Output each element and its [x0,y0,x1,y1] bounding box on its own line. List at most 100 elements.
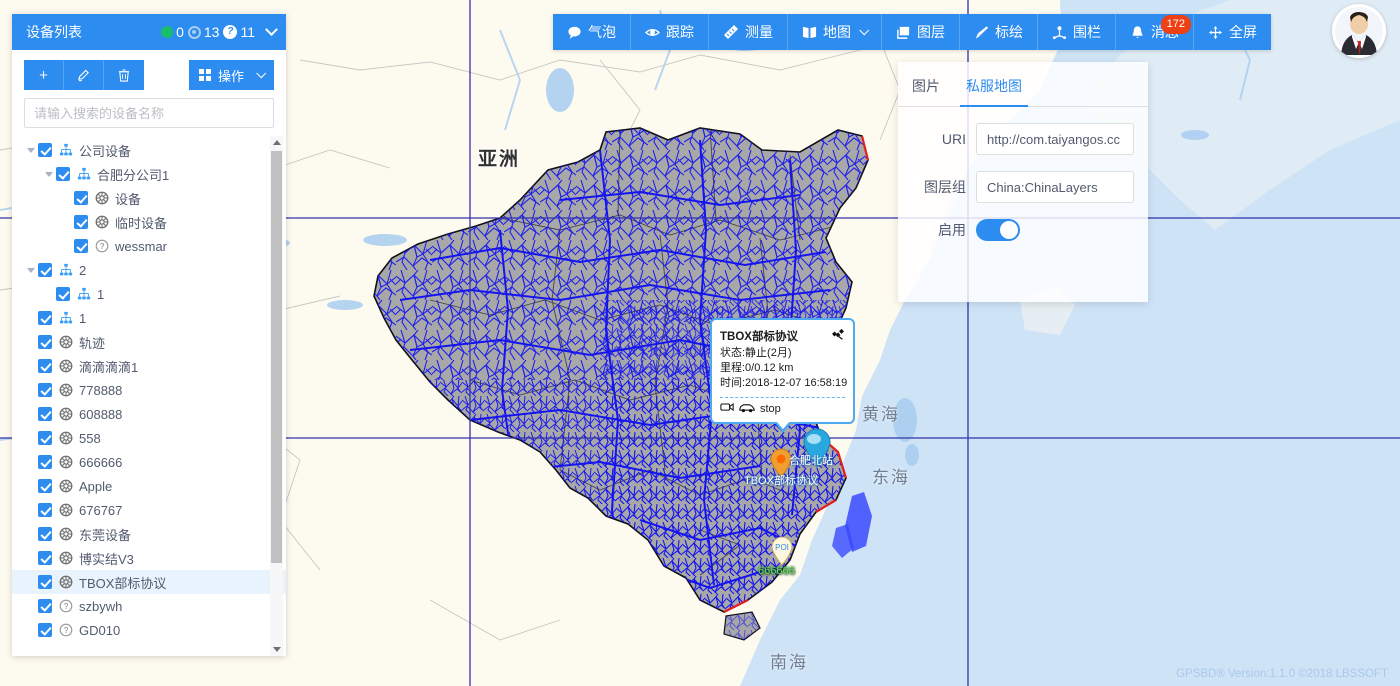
tree-node[interactable]: Apple [12,474,286,498]
tree-node-checkbox[interactable] [38,431,52,445]
tree-node[interactable]: 1 [12,306,286,330]
tree-node[interactable]: 合肥分公司1 [12,162,286,186]
svg-text:?: ? [100,242,105,251]
tree-node[interactable]: ? szbywh [12,594,286,618]
enable-toggle[interactable] [976,219,1020,241]
private-map-layer-panel[interactable]: 图片 私服地图 URI http://com.taiyangos.cc 图层组 C… [898,62,1148,302]
nav-item-eye[interactable]: 跟踪 [631,14,709,50]
tree-node[interactable]: 博实结V3 [12,546,286,570]
top-navigation-bar: 气泡 跟踪 测量 地图 图层 标绘 围栏消息172 全屏 [553,14,1271,50]
tree-node-checkbox[interactable] [38,623,52,637]
wheel-icon [59,527,73,541]
tree-node[interactable]: 公司设备 [12,138,286,162]
satellite-icon[interactable] [831,327,845,344]
marker-poi-666666[interactable]: POI [770,536,794,571]
nav-item-brush[interactable]: 标绘 [960,14,1038,50]
tree-node[interactable]: TBOX部标协议 [12,570,286,594]
message-badge: 172 [1160,15,1191,34]
tree-node[interactable]: 666666 [12,450,286,474]
tree-node[interactable]: 676767 [12,498,286,522]
tree-node-checkbox[interactable] [38,599,52,613]
tree-node-checkbox[interactable] [38,335,52,349]
layer-tab-1[interactable]: 私服地图 [960,76,1028,107]
tree-node[interactable]: 临时设备 [12,210,286,234]
nav-item-fullscreen[interactable]: 全屏 [1194,14,1271,50]
scroll-up-arrow[interactable] [271,136,282,149]
tree-node[interactable]: ? wessmar [12,234,286,258]
question-icon: ? [95,239,109,253]
org-icon [59,263,73,277]
tree-node-label: GD010 [79,622,121,638]
expand-triangle-icon[interactable] [24,148,38,153]
tree-node-checkbox[interactable] [56,287,70,301]
tree-node[interactable]: ? GD010 [12,618,286,642]
search-input[interactable] [24,98,274,128]
nav-item-bell[interactable]: 消息172 [1116,14,1194,50]
nav-item-fence[interactable]: 围栏 [1038,14,1116,50]
tree-node-checkbox[interactable] [38,575,52,589]
wheel-icon [59,551,73,565]
tree-node-checkbox[interactable] [38,479,52,493]
tree-node-checkbox[interactable] [38,503,52,517]
tree-node[interactable]: 东莞设备 [12,522,286,546]
wheel-icon [59,455,73,469]
tree-node-checkbox[interactable] [38,263,52,277]
tree-node-checkbox[interactable] [38,455,52,469]
tree-node-checkbox[interactable] [38,311,52,325]
wheel-icon [59,383,73,397]
tree-node-checkbox[interactable] [74,239,88,253]
tree-node-checkbox[interactable] [74,191,88,205]
device-tree[interactable]: 公司设备 合肥分公司1 设备 临时设备? wessmar 2 1 1 轨迹 滴滴滴滴1 778888… [12,136,286,656]
tree-node[interactable]: 1 [12,282,286,306]
tree-node-checkbox[interactable] [38,143,52,157]
tree-node-checkbox[interactable] [74,215,88,229]
tree-node-checkbox[interactable] [38,407,52,421]
device-panel-header[interactable]: 设备列表 0 13 ? 11 [12,14,286,50]
tree-node-checkbox[interactable] [38,359,52,373]
marker-hefei-station[interactable] [800,428,834,473]
device-list-panel: 设备列表 0 13 ? 11 + 操作 请输入搜索的设备名称 公司设备 合肥分公… [12,14,286,656]
expand-triangle-icon[interactable] [24,268,38,273]
device-tree-rows: 公司设备 合肥分公司1 设备 临时设备? wessmar 2 1 1 轨迹 滴滴滴滴1 778888… [12,138,286,642]
edit-device-button[interactable] [64,60,104,90]
user-avatar[interactable] [1332,4,1386,58]
scroll-thumb[interactable] [271,151,282,563]
question-icon: ? [59,623,73,637]
nav-item-ruler[interactable]: 测量 [709,14,788,50]
tree-node-label: wessmar [115,238,168,254]
tree-node[interactable]: 608888 [12,402,286,426]
tree-node[interactable]: 设备 [12,186,286,210]
add-device-button[interactable]: + [24,60,64,90]
nav-item-book[interactable]: 地图 [788,14,882,50]
tree-node-checkbox[interactable] [38,551,52,565]
tree-node-label: 滴滴滴滴1 [79,359,139,375]
nav-item-label: 全屏 [1229,24,1257,40]
layer-tab-0[interactable]: 图片 [912,76,940,106]
speech-icon[interactable] [720,402,734,416]
tree-node[interactable]: 2 [12,258,286,282]
map-info-popup[interactable]: TBOX部标协议 状态:静止(2月) 里程:0/0.12 km 时间:2018-… [710,318,855,433]
marker-tbox-device[interactable] [768,448,794,483]
operation-button[interactable]: 操作 [188,60,274,90]
scroll-down-arrow[interactable] [271,643,282,656]
tree-node[interactable]: 轨迹 [12,330,286,354]
tree-node[interactable]: 778888 [12,378,286,402]
tree-node[interactable]: 558 [12,426,286,450]
expand-triangle-icon[interactable] [42,172,56,177]
tree-node-label: 676767 [79,502,123,518]
delete-device-button[interactable] [104,60,144,90]
layer-group-input[interactable]: China:ChinaLayers [976,171,1134,203]
tree-node-checkbox[interactable] [38,527,52,541]
chevron-down-icon[interactable] [265,22,278,36]
tree-node-checkbox[interactable] [56,167,70,181]
tree-node[interactable]: 滴滴滴滴1 [12,354,286,378]
wheel-icon [59,479,73,493]
tree-scrollbar[interactable] [270,136,283,656]
tree-node-checkbox[interactable] [38,383,52,397]
nav-item-layers[interactable]: 图层 [882,14,960,50]
ruler-icon [723,24,739,40]
tree-node-label: 1 [79,310,87,326]
uri-input[interactable]: http://com.taiyangos.cc [976,123,1134,155]
device-toolbar: + 操作 [12,50,286,96]
nav-item-bubble[interactable]: 气泡 [553,14,631,50]
